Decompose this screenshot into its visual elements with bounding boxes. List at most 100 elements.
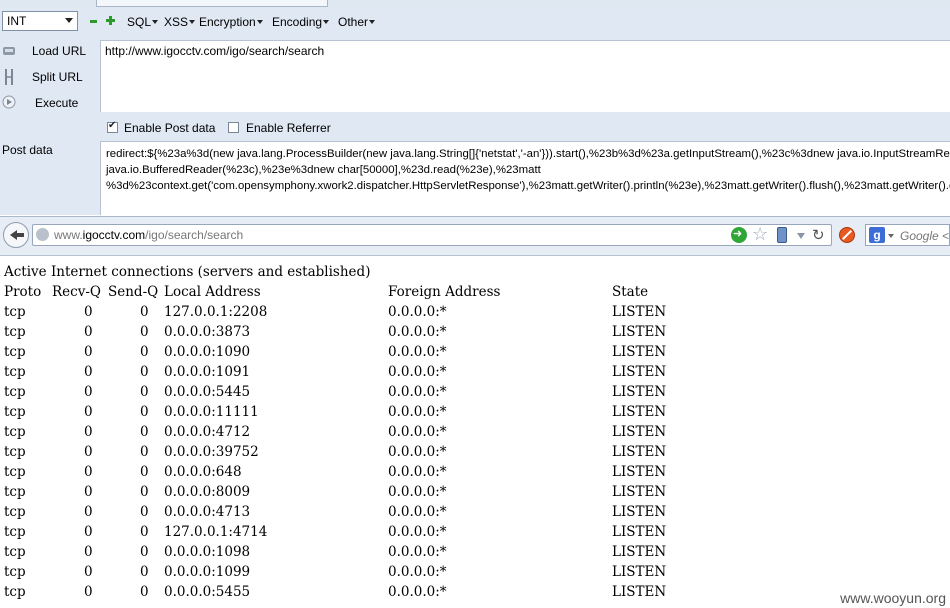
- table-cell: tcp: [4, 484, 26, 500]
- caret-down-icon: [369, 20, 376, 24]
- menu-sql[interactable]: SQL: [127, 15, 159, 29]
- table-cell: 0.0.0.0:1090: [164, 344, 251, 360]
- enable-post-label: Enable Post data: [124, 121, 216, 135]
- mobile-device-icon[interactable]: [777, 227, 787, 243]
- table-cell: 0: [84, 364, 93, 380]
- reload-icon[interactable]: ↻: [812, 226, 825, 244]
- menu-other[interactable]: Other: [338, 15, 376, 29]
- table-cell: 0.0.0.0:*: [388, 584, 447, 600]
- table-cell: 0: [84, 524, 93, 540]
- load-url-icon[interactable]: [2, 44, 16, 58]
- post-line: java.io.BufferedReader(%23c),%23e%3dnew …: [106, 164, 541, 176]
- minus-icon[interactable]: [90, 20, 97, 23]
- table-cell: 0: [84, 484, 93, 500]
- table-cell: tcp: [4, 464, 26, 480]
- table-cell: tcp: [4, 524, 26, 540]
- table-cell: 0.0.0.0:*: [388, 404, 447, 420]
- table-cell: tcp: [4, 544, 26, 560]
- noscript-icon[interactable]: [839, 227, 855, 243]
- search-input[interactable]: Google <Ctrl+K>: [900, 229, 950, 243]
- type-select-value: INT: [7, 14, 27, 28]
- address-path: /igo/search/search: [145, 228, 244, 242]
- table-cell: 0: [84, 464, 93, 480]
- table-cell: tcp: [4, 384, 26, 400]
- menu-encoding[interactable]: Encoding: [272, 15, 330, 29]
- table-cell: 0: [84, 324, 93, 340]
- url-textarea[interactable]: http://www.igocctv.com/igo/search/search: [100, 40, 950, 112]
- menu-encryption-label: Encryption: [199, 15, 256, 29]
- enable-post-checkbox[interactable]: [107, 120, 118, 133]
- table-cell: 0.0.0.0:*: [388, 564, 447, 580]
- back-button[interactable]: [3, 222, 29, 248]
- enable-referrer-checkbox[interactable]: [228, 122, 239, 133]
- plus-icon[interactable]: [106, 16, 115, 25]
- execute-button[interactable]: Execute: [35, 96, 78, 110]
- table-cell: tcp: [4, 584, 26, 600]
- execute-icon[interactable]: [2, 95, 16, 109]
- post-data-label: Post data: [2, 143, 53, 157]
- menu-sql-label: SQL: [127, 15, 152, 29]
- table-cell: 0: [140, 484, 149, 500]
- table-cell: 0.0.0.0:*: [388, 544, 447, 560]
- table-cell: 0: [84, 384, 93, 400]
- table-cell: 0.0.0.0:3873: [164, 324, 251, 340]
- table-cell: LISTEN: [612, 344, 667, 360]
- column-header: Foreign Address: [388, 284, 501, 300]
- menu-encryption[interactable]: Encryption: [199, 15, 263, 29]
- table-cell: tcp: [4, 504, 26, 520]
- table-cell: 0: [84, 504, 93, 520]
- table-cell: 0: [140, 584, 149, 600]
- globe-icon: [36, 228, 49, 241]
- post-line: %3d%23context.get('com.opensymphony.xwor…: [106, 180, 950, 192]
- address-host: igocctv.com: [82, 228, 146, 242]
- table-cell: LISTEN: [612, 464, 667, 480]
- table-cell: 0.0.0.0:*: [388, 444, 447, 460]
- column-header: Send-Q: [108, 284, 159, 300]
- table-cell: 0: [140, 324, 149, 340]
- table-cell: 0: [84, 444, 93, 460]
- table-cell: LISTEN: [612, 404, 667, 420]
- table-cell: tcp: [4, 344, 26, 360]
- menu-xss[interactable]: XSS: [164, 15, 196, 29]
- table-cell: 0: [140, 464, 149, 480]
- history-dropdown-icon[interactable]: [797, 233, 805, 239]
- table-cell: 0.0.0.0:5455: [164, 584, 251, 600]
- enable-referrer-label: Enable Referrer: [246, 121, 331, 135]
- post-data-textarea[interactable]: redirect:${%23a%3d(new java.lang.Process…: [100, 141, 950, 215]
- go-arrow-icon[interactable]: [731, 227, 747, 243]
- table-cell: 0.0.0.0:1099: [164, 564, 251, 580]
- load-url-button[interactable]: Load URL: [32, 44, 86, 58]
- url-text: http://www.igocctv.com/igo/search/search: [105, 44, 325, 58]
- table-cell: tcp: [4, 364, 26, 380]
- chevron-down-icon: [65, 18, 73, 23]
- column-header: State: [612, 284, 649, 300]
- table-cell: 0.0.0.0:*: [388, 484, 447, 500]
- split-url-icon[interactable]: [2, 68, 16, 85]
- browser-tab[interactable]: [96, 0, 328, 7]
- table-cell: 0: [84, 304, 93, 320]
- caret-down-icon: [189, 20, 196, 24]
- table-cell: LISTEN: [612, 544, 667, 560]
- table-cell: tcp: [4, 324, 26, 340]
- table-cell: LISTEN: [612, 584, 667, 600]
- menu-other-label: Other: [338, 15, 369, 29]
- bookmark-star-icon[interactable]: ☆: [752, 224, 768, 245]
- menu-encoding-label: Encoding: [272, 15, 323, 29]
- split-url-button[interactable]: Split URL: [32, 70, 83, 84]
- table-cell: 0: [84, 544, 93, 560]
- type-select[interactable]: INT: [2, 11, 78, 31]
- column-header: Local Address: [164, 284, 261, 300]
- table-cell: 0.0.0.0:39752: [164, 444, 259, 460]
- table-cell: 0: [84, 584, 93, 600]
- table-cell: 0.0.0.0:1091: [164, 364, 251, 380]
- column-header: Proto: [4, 284, 42, 300]
- column-header: Recv-Q: [52, 284, 101, 300]
- table-cell: LISTEN: [612, 364, 667, 380]
- address-text[interactable]: www.igocctv.com/igo/search/search: [54, 228, 243, 242]
- table-cell: tcp: [4, 564, 26, 580]
- google-icon[interactable]: g: [869, 227, 885, 243]
- search-engine-dropdown-icon[interactable]: [888, 234, 894, 238]
- table-cell: 0: [140, 424, 149, 440]
- table-cell: 0: [140, 544, 149, 560]
- table-cell: LISTEN: [612, 304, 667, 320]
